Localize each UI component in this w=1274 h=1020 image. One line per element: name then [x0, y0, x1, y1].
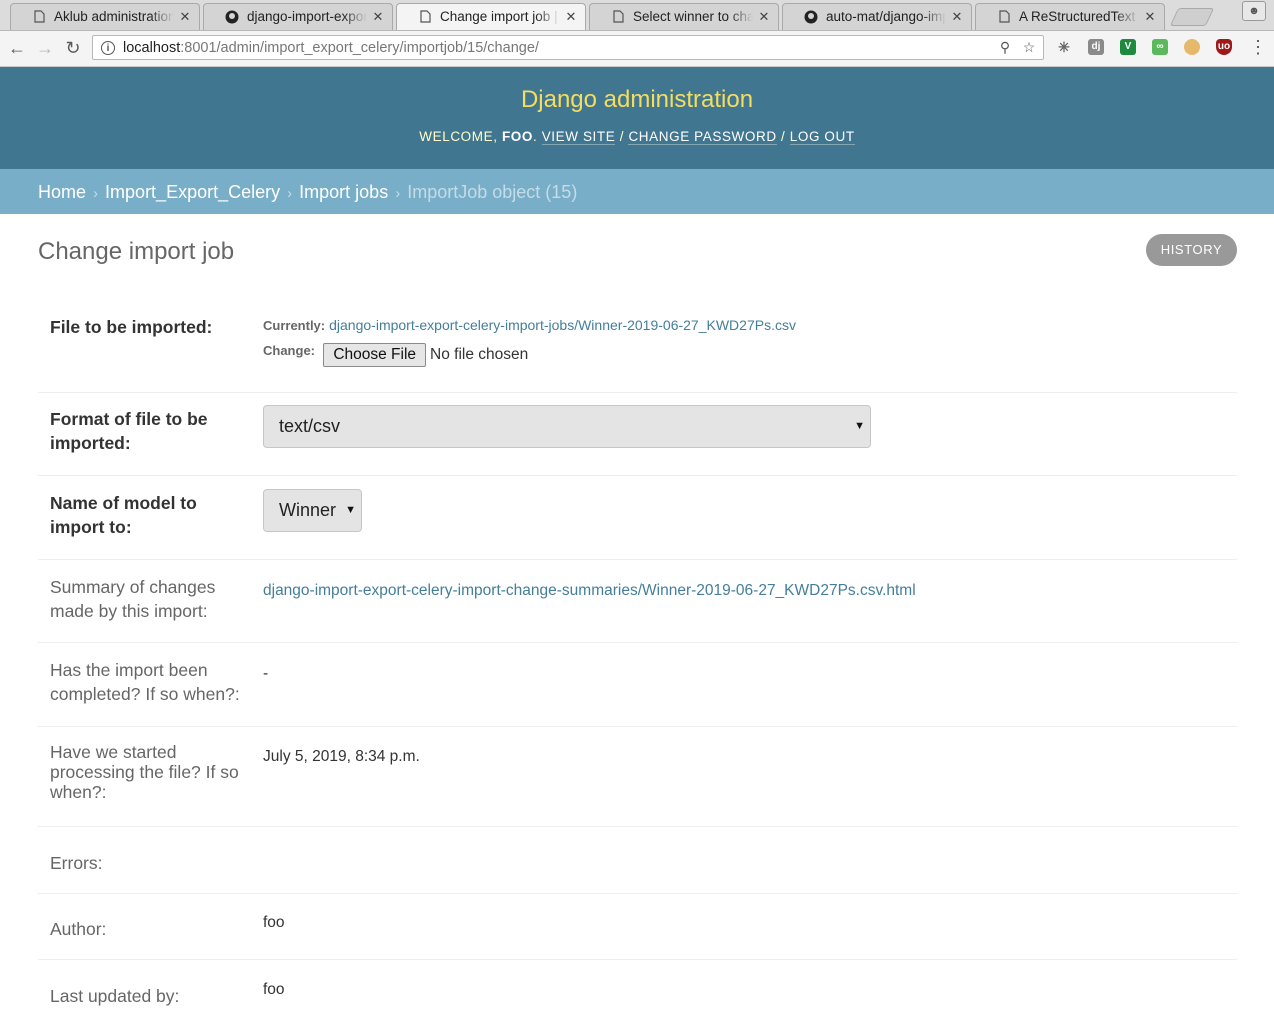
- profile-icon[interactable]: ☻: [1242, 1, 1266, 21]
- field-label: Last updated by:: [50, 986, 180, 1006]
- field-label: Errors:: [50, 853, 103, 873]
- format-select[interactable]: text/csv ▼: [263, 405, 871, 448]
- field-label: File to be imported:: [50, 317, 213, 337]
- close-icon[interactable]: ✕: [371, 9, 385, 25]
- browser-toolbar: ← → ↻ i localhost:8001/admin/import_expo…: [0, 31, 1274, 67]
- site-header: Django administration Welcome, foo. View…: [0, 67, 1274, 169]
- current-file-link[interactable]: django-import-export-celery-import-jobs/…: [329, 317, 796, 333]
- file-change: Change: Choose File No file chosen: [263, 343, 528, 367]
- address-bar[interactable]: i localhost:8001/admin/import_export_cel…: [92, 35, 1044, 60]
- github-icon: [225, 10, 239, 24]
- field-label: Name of model to import to:: [50, 493, 197, 537]
- breadcrumb-separator: ›: [395, 185, 401, 202]
- field-label: Have we started processing the file? If …: [50, 742, 239, 802]
- browser-tab[interactable]: django-import-export ✕: [203, 3, 393, 30]
- completed-value: -: [263, 665, 269, 682]
- page-title: Change import job: [38, 238, 235, 265]
- tab-title: A ReStructuredText P: [1019, 9, 1139, 24]
- breadcrumb-app[interactable]: Import_Export_Celery: [105, 182, 280, 202]
- browser-tab[interactable]: Select winner to change ✕: [589, 3, 779, 30]
- model-select[interactable]: Winner ▼: [263, 489, 362, 532]
- orange-extension-icon[interactable]: [1184, 39, 1200, 55]
- breadcrumb-separator: ›: [287, 185, 293, 202]
- field-label: Has the import been completed? If so whe…: [50, 660, 240, 704]
- change-password-link[interactable]: Change password: [628, 129, 777, 145]
- view-site-link[interactable]: View site: [541, 129, 616, 145]
- breadcrumb-home[interactable]: Home: [38, 182, 86, 202]
- reload-icon[interactable]: ↻: [62, 37, 84, 59]
- vue-extension-icon[interactable]: V: [1120, 39, 1136, 55]
- tab-title: Aklub administration: [54, 9, 174, 24]
- info-icon[interactable]: i: [101, 40, 115, 55]
- github-icon: [804, 10, 818, 24]
- form-row-format: Format of file to be imported: text/csv …: [38, 393, 1237, 476]
- updated-by-value: foo: [263, 981, 285, 998]
- page-icon: [32, 10, 46, 24]
- site-title[interactable]: Django administration: [0, 86, 1274, 114]
- author-value: foo: [263, 914, 285, 931]
- field-label: Author:: [50, 919, 107, 939]
- summary-link[interactable]: django-import-export-celery-import-chang…: [263, 582, 916, 599]
- tab-title: django-import-export: [247, 9, 367, 24]
- breadcrumb: Home › Import_Export_Celery › Import job…: [0, 169, 1274, 214]
- green-extension-icon[interactable]: ∞: [1152, 39, 1168, 55]
- form-row-errors: Errors:: [38, 827, 1237, 894]
- form-row-started: Have we started processing the file? If …: [38, 727, 1237, 827]
- no-file-text: No file chosen: [430, 346, 529, 363]
- zoom-icon[interactable]: ⚲: [995, 39, 1015, 56]
- change-label: Change:: [263, 343, 315, 358]
- form-row-summary: Summary of changes made by this import: …: [38, 560, 1237, 643]
- form-row-updated-by: Last updated by: foo: [38, 960, 1237, 1020]
- history-button[interactable]: History: [1146, 234, 1237, 266]
- dropdown-arrow-icon: ▼: [854, 420, 865, 432]
- change-form: File to be imported: Currently: django-im…: [38, 296, 1237, 1020]
- browser-tab[interactable]: A ReStructuredText P ✕: [975, 3, 1165, 30]
- close-icon[interactable]: ✕: [757, 9, 771, 25]
- ublock-icon[interactable]: uo: [1216, 39, 1232, 55]
- form-row-file: File to be imported: Currently: django-im…: [38, 296, 1237, 393]
- form-row-completed: Has the import been completed? If so whe…: [38, 643, 1237, 727]
- bookmark-star-icon[interactable]: ☆: [1019, 39, 1039, 56]
- tab-title: auto-mat/django-imp: [826, 9, 946, 24]
- forward-icon[interactable]: →: [34, 37, 56, 59]
- menu-icon[interactable]: ⋮: [1249, 38, 1267, 56]
- close-icon[interactable]: ✕: [950, 9, 964, 25]
- form-row-model: Name of model to import to: Winner ▼: [38, 476, 1237, 560]
- breadcrumb-model[interactable]: Import jobs: [299, 182, 388, 202]
- browser-tab[interactable]: Aklub administration ✕: [10, 3, 200, 30]
- welcome-text: Welcome,: [419, 129, 498, 144]
- username: foo: [501, 129, 533, 144]
- file-current: Currently: django-import-export-celery-im…: [263, 317, 796, 333]
- field-label: Format of file to be imported:: [50, 409, 208, 453]
- user-tools: Welcome, foo. View site / Change passwor…: [419, 129, 855, 145]
- url-text[interactable]: localhost:8001/admin/import_export_celer…: [123, 40, 995, 56]
- browser-tabstrip: Aklub administration ✕ django-import-exp…: [0, 0, 1274, 31]
- log-out-link[interactable]: Log out: [789, 129, 855, 145]
- browser-tab-active[interactable]: Change import job | D ✕: [396, 3, 586, 30]
- extension-asterisk-icon[interactable]: ✳: [1056, 39, 1072, 55]
- page-icon: [611, 10, 625, 24]
- browser-tab[interactable]: auto-mat/django-imp ✕: [782, 3, 972, 30]
- tab-title: Change import job | D: [440, 9, 560, 24]
- currently-label: Currently:: [263, 318, 326, 333]
- close-icon[interactable]: ✕: [564, 9, 578, 25]
- tab-title: Select winner to change: [633, 9, 753, 24]
- django-extension-icon[interactable]: dj: [1088, 39, 1104, 55]
- breadcrumb-separator: ›: [93, 185, 99, 202]
- new-tab-button[interactable]: [1169, 8, 1215, 26]
- choose-file-button[interactable]: Choose File: [323, 343, 427, 367]
- dropdown-arrow-icon: ▼: [345, 504, 356, 516]
- page-icon: [997, 10, 1011, 24]
- page-icon: [418, 10, 432, 24]
- back-icon[interactable]: ←: [6, 37, 28, 59]
- breadcrumb-current: ImportJob object (15): [407, 182, 578, 202]
- form-row-author: Author: foo: [38, 894, 1237, 960]
- started-value: July 5, 2019, 8:34 p.m.: [263, 748, 420, 765]
- field-label: Summary of changes made by this import:: [50, 577, 216, 621]
- close-icon[interactable]: ✕: [178, 9, 192, 25]
- close-icon[interactable]: ✕: [1143, 9, 1157, 25]
